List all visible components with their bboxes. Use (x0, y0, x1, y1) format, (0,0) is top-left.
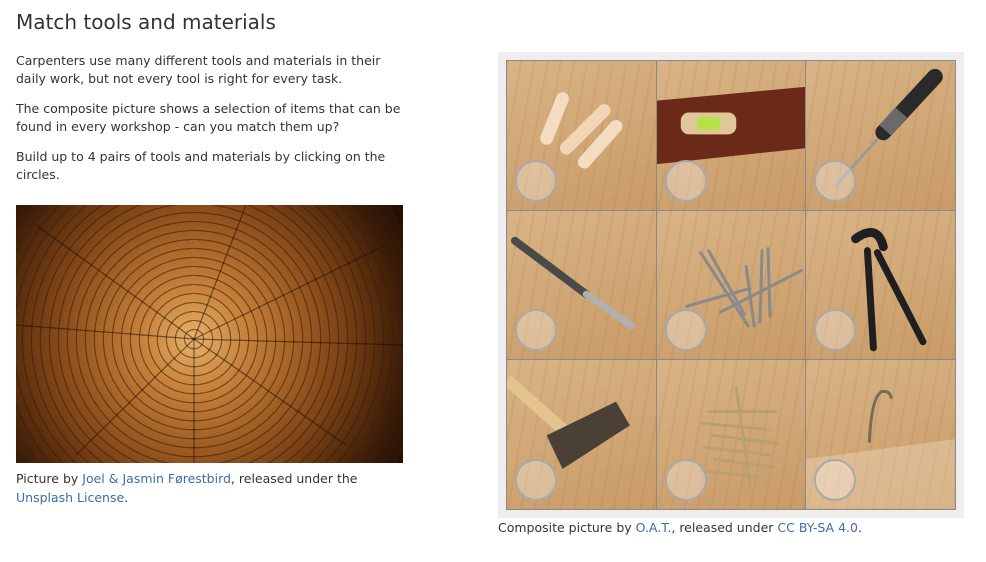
intro-paragraph-1: Carpenters use many different tools and … (16, 53, 381, 86)
match-circle-dowels[interactable] (515, 159, 557, 202)
author-link[interactable]: Joel & Jasmin Førestbird (82, 471, 231, 486)
tools-grid (506, 60, 956, 510)
match-circle-nails[interactable] (664, 309, 707, 352)
match-circle-screwdriver[interactable] (814, 159, 857, 202)
intro-paragraph-3: Build up to 4 pairs of tools and materia… (16, 149, 386, 182)
license-link[interactable]: CC BY-SA 4.0 (777, 520, 858, 535)
photo-credit: Picture by Joel & Jasmin Førestbird, rel… (16, 471, 358, 505)
tile-spirit-level (656, 61, 806, 210)
composite-picture (498, 52, 964, 518)
intro-text: Carpenters use many different tools and … (16, 52, 408, 196)
tile-nails (656, 210, 806, 360)
tile-drill-bit (507, 210, 656, 360)
match-circle-spirit-level[interactable] (664, 159, 707, 202)
tile-screws (656, 360, 806, 509)
match-circle-screws[interactable] (664, 459, 707, 501)
intro-paragraph-2: The composite picture shows a selection … (16, 101, 401, 134)
tile-hammer (507, 360, 656, 509)
tile-pincers (806, 210, 955, 360)
page-title: Match tools and materials (16, 10, 276, 34)
tile-screwdriver (806, 61, 955, 210)
license-link[interactable]: Unsplash License (16, 490, 124, 505)
match-circle-hammer[interactable] (515, 459, 557, 501)
tile-bent-nail (806, 360, 955, 509)
tile-dowels (507, 61, 656, 210)
tree-rings-photo (16, 205, 403, 463)
composite-credit: Composite picture by O.A.T., released un… (498, 520, 862, 535)
author-link[interactable]: O.A.T. (636, 520, 672, 535)
